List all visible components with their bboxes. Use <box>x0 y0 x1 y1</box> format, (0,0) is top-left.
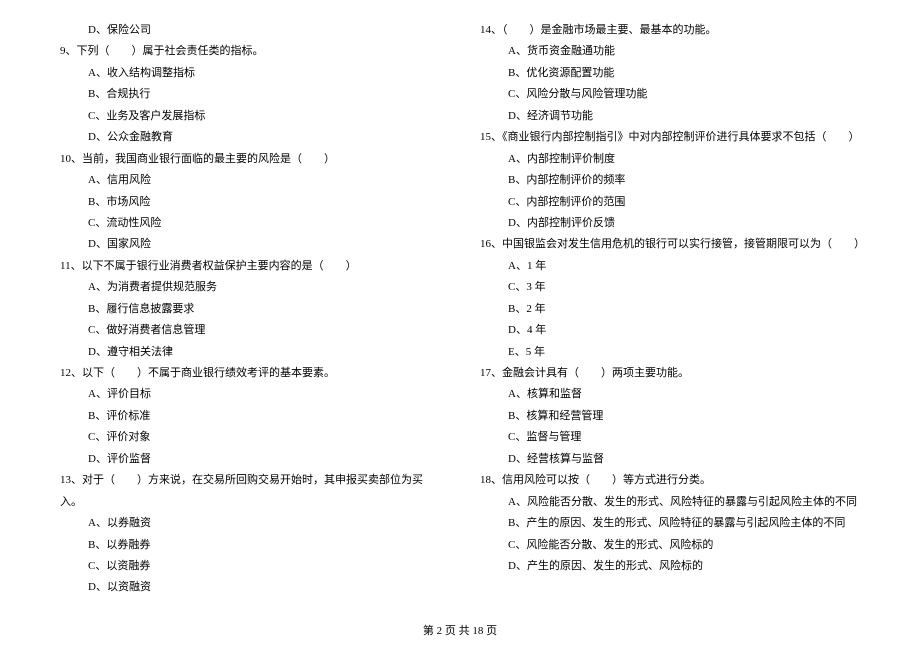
option-line: C、以资融券 <box>60 556 440 577</box>
option-line: A、为消费者提供规范服务 <box>60 277 440 298</box>
option-line: B、内部控制评价的频率 <box>480 170 860 191</box>
option-line: C、3 年 <box>480 277 860 298</box>
option-line: E、5 年 <box>480 342 860 363</box>
option-line: C、风险能否分散、发生的形式、风险标的 <box>480 535 860 556</box>
option-line: D、遵守相关法律 <box>60 342 440 363</box>
option-line: D、国家风险 <box>60 234 440 255</box>
option-line: A、收入结构调整指标 <box>60 63 440 84</box>
question-line: 18、信用风险可以按（ ）等方式进行分类。 <box>480 470 860 491</box>
option-line: D、公众金融教育 <box>60 127 440 148</box>
option-line: C、业务及客户发展指标 <box>60 106 440 127</box>
question-line: 16、中国银监会对发生信用危机的银行可以实行接管，接管期限可以为（ ） <box>480 234 860 255</box>
question-line: 12、以下（ ）不属于商业银行绩效考评的基本要素。 <box>60 363 440 384</box>
option-line: D、评价监督 <box>60 449 440 470</box>
option-line: A、信用风险 <box>60 170 440 191</box>
question-line: 17、金融会计具有（ ）两项主要功能。 <box>480 363 860 384</box>
option-line: D、保险公司 <box>60 20 440 41</box>
option-line: D、产生的原因、发生的形式、风险标的 <box>480 556 860 577</box>
left-column: D、保险公司9、下列（ ）属于社会责任类的指标。A、收入结构调整指标B、合规执行… <box>60 20 440 599</box>
question-line: 11、以下不属于银行业消费者权益保护主要内容的是（ ） <box>60 256 440 277</box>
option-line: A、核算和监督 <box>480 384 860 405</box>
right-column: 14、（ ）是金融市场最主要、最基本的功能。A、货币资金融通功能B、优化资源配置… <box>480 20 860 599</box>
option-line: D、以资融资 <box>60 577 440 598</box>
option-line: A、1 年 <box>480 256 860 277</box>
question-line: 10、当前，我国商业银行面临的最主要的风险是（ ） <box>60 149 440 170</box>
option-line: B、履行信息披露要求 <box>60 299 440 320</box>
option-line: B、核算和经营管理 <box>480 406 860 427</box>
option-line: B、产生的原因、发生的形式、风险特征的暴露与引起风险主体的不同 <box>480 513 860 534</box>
option-line: B、以券融券 <box>60 535 440 556</box>
option-line: A、以券融资 <box>60 513 440 534</box>
option-line: D、经营核算与监督 <box>480 449 860 470</box>
option-line: D、4 年 <box>480 320 860 341</box>
option-line: B、优化资源配置功能 <box>480 63 860 84</box>
option-line: B、合规执行 <box>60 84 440 105</box>
option-line: A、风险能否分散、发生的形式、风险特征的暴露与引起风险主体的不同 <box>480 492 860 513</box>
page-footer: 第 2 页 共 18 页 <box>0 622 920 638</box>
option-line: C、做好消费者信息管理 <box>60 320 440 341</box>
option-line: C、流动性风险 <box>60 213 440 234</box>
option-line: A、货币资金融通功能 <box>480 41 860 62</box>
option-line: C、评价对象 <box>60 427 440 448</box>
option-line: C、监督与管理 <box>480 427 860 448</box>
question-line: 14、（ ）是金融市场最主要、最基本的功能。 <box>480 20 860 41</box>
option-line: A、内部控制评价制度 <box>480 149 860 170</box>
option-line: A、评价目标 <box>60 384 440 405</box>
option-line: B、评价标准 <box>60 406 440 427</box>
option-line: C、风险分散与风险管理功能 <box>480 84 860 105</box>
option-line: B、2 年 <box>480 299 860 320</box>
option-line: D、经济调节功能 <box>480 106 860 127</box>
option-line: C、内部控制评价的范围 <box>480 192 860 213</box>
option-line: D、内部控制评价反馈 <box>480 213 860 234</box>
question-line: 9、下列（ ）属于社会责任类的指标。 <box>60 41 440 62</box>
question-line: 13、对于（ ）方来说，在交易所回购交易开始时，其申报买卖部位为买入。 <box>60 470 440 513</box>
question-line: 15、《商业银行内部控制指引》中对内部控制评价进行具体要求不包括（ ） <box>480 127 860 148</box>
option-line: B、市场风险 <box>60 192 440 213</box>
